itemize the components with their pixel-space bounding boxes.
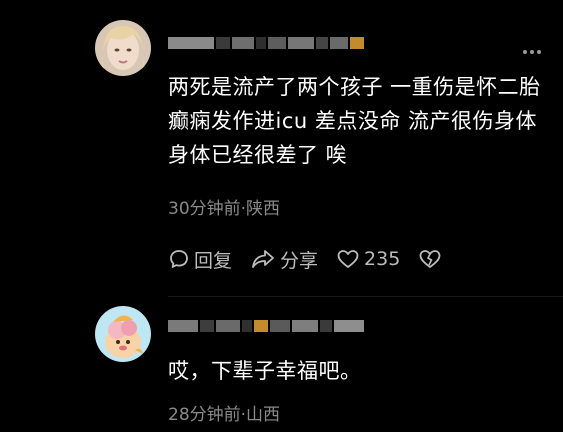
like-count: 235 — [364, 248, 401, 270]
username-obscured[interactable] — [168, 318, 388, 334]
comment-meta: 28分钟前·山西 — [168, 405, 281, 425]
avatar[interactable] — [95, 20, 151, 76]
comment-actions: 回复 分享 235 — [168, 246, 464, 272]
heart-icon — [337, 250, 359, 268]
share-button[interactable]: 分享 — [250, 246, 318, 273]
broken-heart-icon — [419, 250, 441, 268]
comment-text: 哎，下辈子幸福吧。 — [168, 359, 362, 383]
share-label: 分享 — [280, 249, 319, 272]
avatar[interactable] — [95, 306, 151, 362]
username-obscured[interactable] — [168, 35, 388, 51]
comment-text: 两死是流产了两个孩子 一重伤是怀二胎癫痫发作进icu 差点没命 流产很伤身体 身… — [168, 75, 541, 167]
reply-icon — [170, 250, 188, 268]
more-options-icon[interactable] — [523, 48, 545, 56]
reply-label: 回复 — [194, 249, 233, 272]
username-mosaic — [168, 318, 364, 334]
dislike-button[interactable] — [418, 248, 446, 270]
comment-item: 两死是流产了两个孩子 一重伤是怀二胎癫痫发作进icu 差点没命 流产很伤身体 身… — [0, 0, 563, 300]
reply-button[interactable]: 回复 — [168, 246, 232, 273]
comment-item: 哎，下辈子幸福吧。 28分钟前·山西 — [0, 300, 563, 432]
comment-meta: 30分钟前·陕西 — [168, 199, 281, 219]
like-button[interactable]: 235 — [336, 248, 400, 270]
divider — [168, 296, 563, 297]
share-icon — [252, 250, 274, 268]
username-mosaic — [168, 35, 364, 51]
